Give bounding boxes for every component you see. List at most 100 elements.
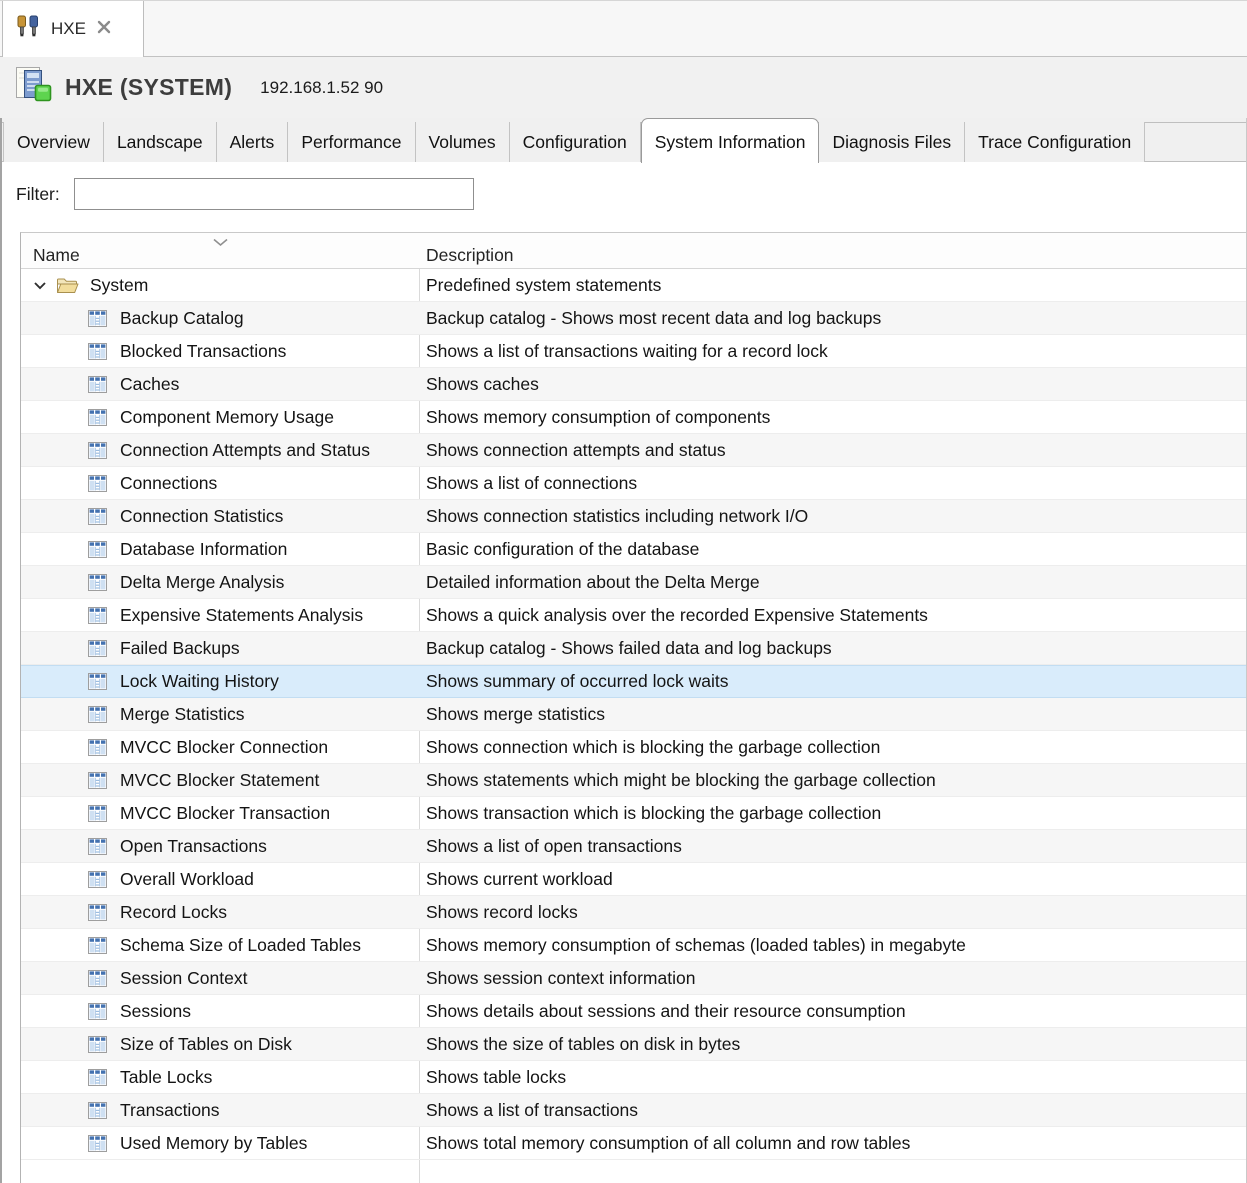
tree-row-lock-waiting-history[interactable]: Lock Waiting History Shows summary of oc…	[21, 665, 1246, 698]
tab-system-information[interactable]: System Information	[641, 118, 820, 163]
table-header: Name Description	[21, 233, 1246, 269]
tree-row-merge-statistics[interactable]: Merge Statistics Shows merge statistics	[21, 698, 1246, 731]
table-icon	[87, 540, 109, 559]
tree-node-label: Connection Statistics	[120, 506, 283, 527]
tab-performance[interactable]: Performance	[288, 122, 415, 162]
tab-label: Diagnosis Files	[832, 132, 951, 153]
table-icon	[87, 738, 109, 757]
tree-row-mvcc-blocker-connection[interactable]: MVCC Blocker Connection Shows connection…	[21, 731, 1246, 764]
filter-input[interactable]	[74, 178, 474, 210]
tree-name-cell: Connection Statistics	[21, 500, 420, 533]
tab-volumes[interactable]: Volumes	[416, 122, 510, 162]
tree-row-schema-size-of-loaded-tables[interactable]: Schema Size of Loaded Tables Shows memor…	[21, 929, 1246, 962]
tab-overview[interactable]: Overview	[3, 122, 104, 162]
tree-row-overall-workload[interactable]: Overall Workload Shows current workload	[21, 863, 1246, 896]
table-icon	[87, 474, 109, 493]
tree-row-transactions[interactable]: Transactions Shows a list of transaction…	[21, 1094, 1246, 1127]
tree-node-label: Open Transactions	[120, 836, 267, 857]
tree-node-description: Shows transaction which is blocking the …	[420, 803, 1246, 824]
tree-row-connection-statistics[interactable]: Connection Statistics Shows connection s…	[21, 500, 1246, 533]
tree-name-cell: Connections	[21, 467, 420, 500]
tree-row-backup-catalog[interactable]: Backup Catalog Backup catalog - Shows mo…	[21, 302, 1246, 335]
tree-row-used-memory-by-tables[interactable]: Used Memory by Tables Shows total memory…	[21, 1127, 1246, 1160]
page-title: HXE (SYSTEM)	[65, 74, 232, 101]
tree-node-description: Shows summary of occurred lock waits	[420, 671, 1246, 692]
tree-node-description: Shows session context information	[420, 968, 1246, 989]
table-icon	[87, 573, 109, 592]
tree-name-cell: Blocked Transactions	[21, 335, 420, 368]
tree-row-connection-attempts-and-status[interactable]: Connection Attempts and Status Shows con…	[21, 434, 1246, 467]
table-icon	[87, 804, 109, 823]
tree-node-label: Overall Workload	[120, 869, 254, 890]
tree-row-record-locks[interactable]: Record Locks Shows record locks	[21, 896, 1246, 929]
table-icon	[87, 342, 109, 361]
table-icon	[87, 1002, 109, 1021]
tab-diagnosis-files[interactable]: Diagnosis Files	[819, 122, 965, 162]
tree-name-cell: System	[21, 269, 420, 302]
tree-node-description: Shows merge statistics	[420, 704, 1246, 725]
tree-node-label: Table Locks	[120, 1067, 212, 1088]
tree-node-label: MVCC Blocker Statement	[120, 770, 319, 791]
tree-row-table-locks[interactable]: Table Locks Shows table locks	[21, 1061, 1246, 1094]
tree-node-description: Backup catalog - Shows failed data and l…	[420, 638, 1246, 659]
tree-name-cell: MVCC Blocker Statement	[21, 764, 420, 797]
tab-bar: Overview Landscape Alerts Performance Vo…	[2, 118, 1246, 162]
close-icon[interactable]	[96, 19, 112, 40]
tree-row-component-memory-usage[interactable]: Component Memory Usage Shows memory cons…	[21, 401, 1246, 434]
tree-node-description: Shows memory consumption of components	[420, 407, 1246, 428]
tree-node-label: Expensive Statements Analysis	[120, 605, 363, 626]
tab-alerts[interactable]: Alerts	[217, 122, 289, 162]
table-icon	[87, 903, 109, 922]
tree-node-description: Shows a list of open transactions	[420, 836, 1246, 857]
tree-row-open-transactions[interactable]: Open Transactions Shows a list of open t…	[21, 830, 1246, 863]
tree-name-cell: Merge Statistics	[21, 698, 420, 731]
editor-tab-hxe[interactable]: HXE	[2, 1, 144, 57]
tab-trace-configuration[interactable]: Trace Configuration	[965, 122, 1145, 162]
tab-label: Overview	[17, 132, 90, 153]
tree-name-cell: Session Context	[21, 962, 420, 995]
tree-node-label: Connections	[120, 473, 217, 494]
chevron-down-icon[interactable]	[33, 281, 47, 290]
tree-row-delta-merge-analysis[interactable]: Delta Merge Analysis Detailed informatio…	[21, 566, 1246, 599]
tree-name-cell: Sessions	[21, 995, 420, 1028]
filter-label: Filter:	[16, 184, 60, 205]
tab-label: Landscape	[117, 132, 203, 153]
tree-node-label: Delta Merge Analysis	[120, 572, 284, 593]
tree-name-cell: Expensive Statements Analysis	[21, 599, 420, 632]
editor-tab-label: HXE	[51, 19, 86, 39]
tree-node-label: Lock Waiting History	[120, 671, 279, 692]
tree-node-description: Shows memory consumption of schemas (loa…	[420, 935, 1246, 956]
tree-node-description: Shows record locks	[420, 902, 1246, 923]
tree-node-label: Failed Backups	[120, 638, 240, 659]
tree-node-description: Predefined system statements	[420, 275, 1246, 296]
tree-name-cell: Backup Catalog	[21, 302, 420, 335]
tab-label: Alerts	[230, 132, 275, 153]
tree-row-sessions[interactable]: Sessions Shows details about sessions an…	[21, 995, 1246, 1028]
tree-row-size-of-tables-on-disk[interactable]: Size of Tables on Disk Shows the size of…	[21, 1028, 1246, 1061]
tree-node-description: Shows a list of connections	[420, 473, 1246, 494]
tree-row-system[interactable]: System Predefined system statements	[21, 269, 1246, 302]
tree-node-description: Backup catalog - Shows most recent data …	[420, 308, 1246, 329]
table-icon	[87, 441, 109, 460]
tree-name-cell: Table Locks	[21, 1061, 420, 1094]
tree-node-description: Shows details about sessions and their r…	[420, 1001, 1246, 1022]
tree-row-failed-backups[interactable]: Failed Backups Backup catalog - Shows fa…	[21, 632, 1246, 665]
tree-row-mvcc-blocker-transaction[interactable]: MVCC Blocker Transaction Shows transacti…	[21, 797, 1246, 830]
table-icon	[87, 1035, 109, 1054]
table-icon	[87, 969, 109, 988]
tree-row-connections[interactable]: Connections Shows a list of connections	[21, 467, 1246, 500]
tree-row-caches[interactable]: Caches Shows caches	[21, 368, 1246, 401]
tree-row-session-context[interactable]: Session Context Shows session context in…	[21, 962, 1246, 995]
tree-row-database-information[interactable]: Database Information Basic configuration…	[21, 533, 1246, 566]
tree-row-blocked-transactions[interactable]: Blocked Transactions Shows a list of tra…	[21, 335, 1246, 368]
tab-configuration[interactable]: Configuration	[510, 122, 641, 162]
table-icon	[87, 408, 109, 427]
tree-row-expensive-statements-analysis[interactable]: Expensive Statements Analysis Shows a qu…	[21, 599, 1246, 632]
host-address: 192.168.1.52 90	[260, 78, 383, 98]
tab-landscape[interactable]: Landscape	[104, 122, 217, 162]
tree-node-description: Shows statements which might be blocking…	[420, 770, 1246, 791]
tree-row-mvcc-blocker-statement[interactable]: MVCC Blocker Statement Shows statements …	[21, 764, 1246, 797]
tree-name-cell: Component Memory Usage	[21, 401, 420, 434]
column-header-description[interactable]: Description	[420, 233, 1246, 268]
tab-label: Configuration	[523, 132, 627, 153]
